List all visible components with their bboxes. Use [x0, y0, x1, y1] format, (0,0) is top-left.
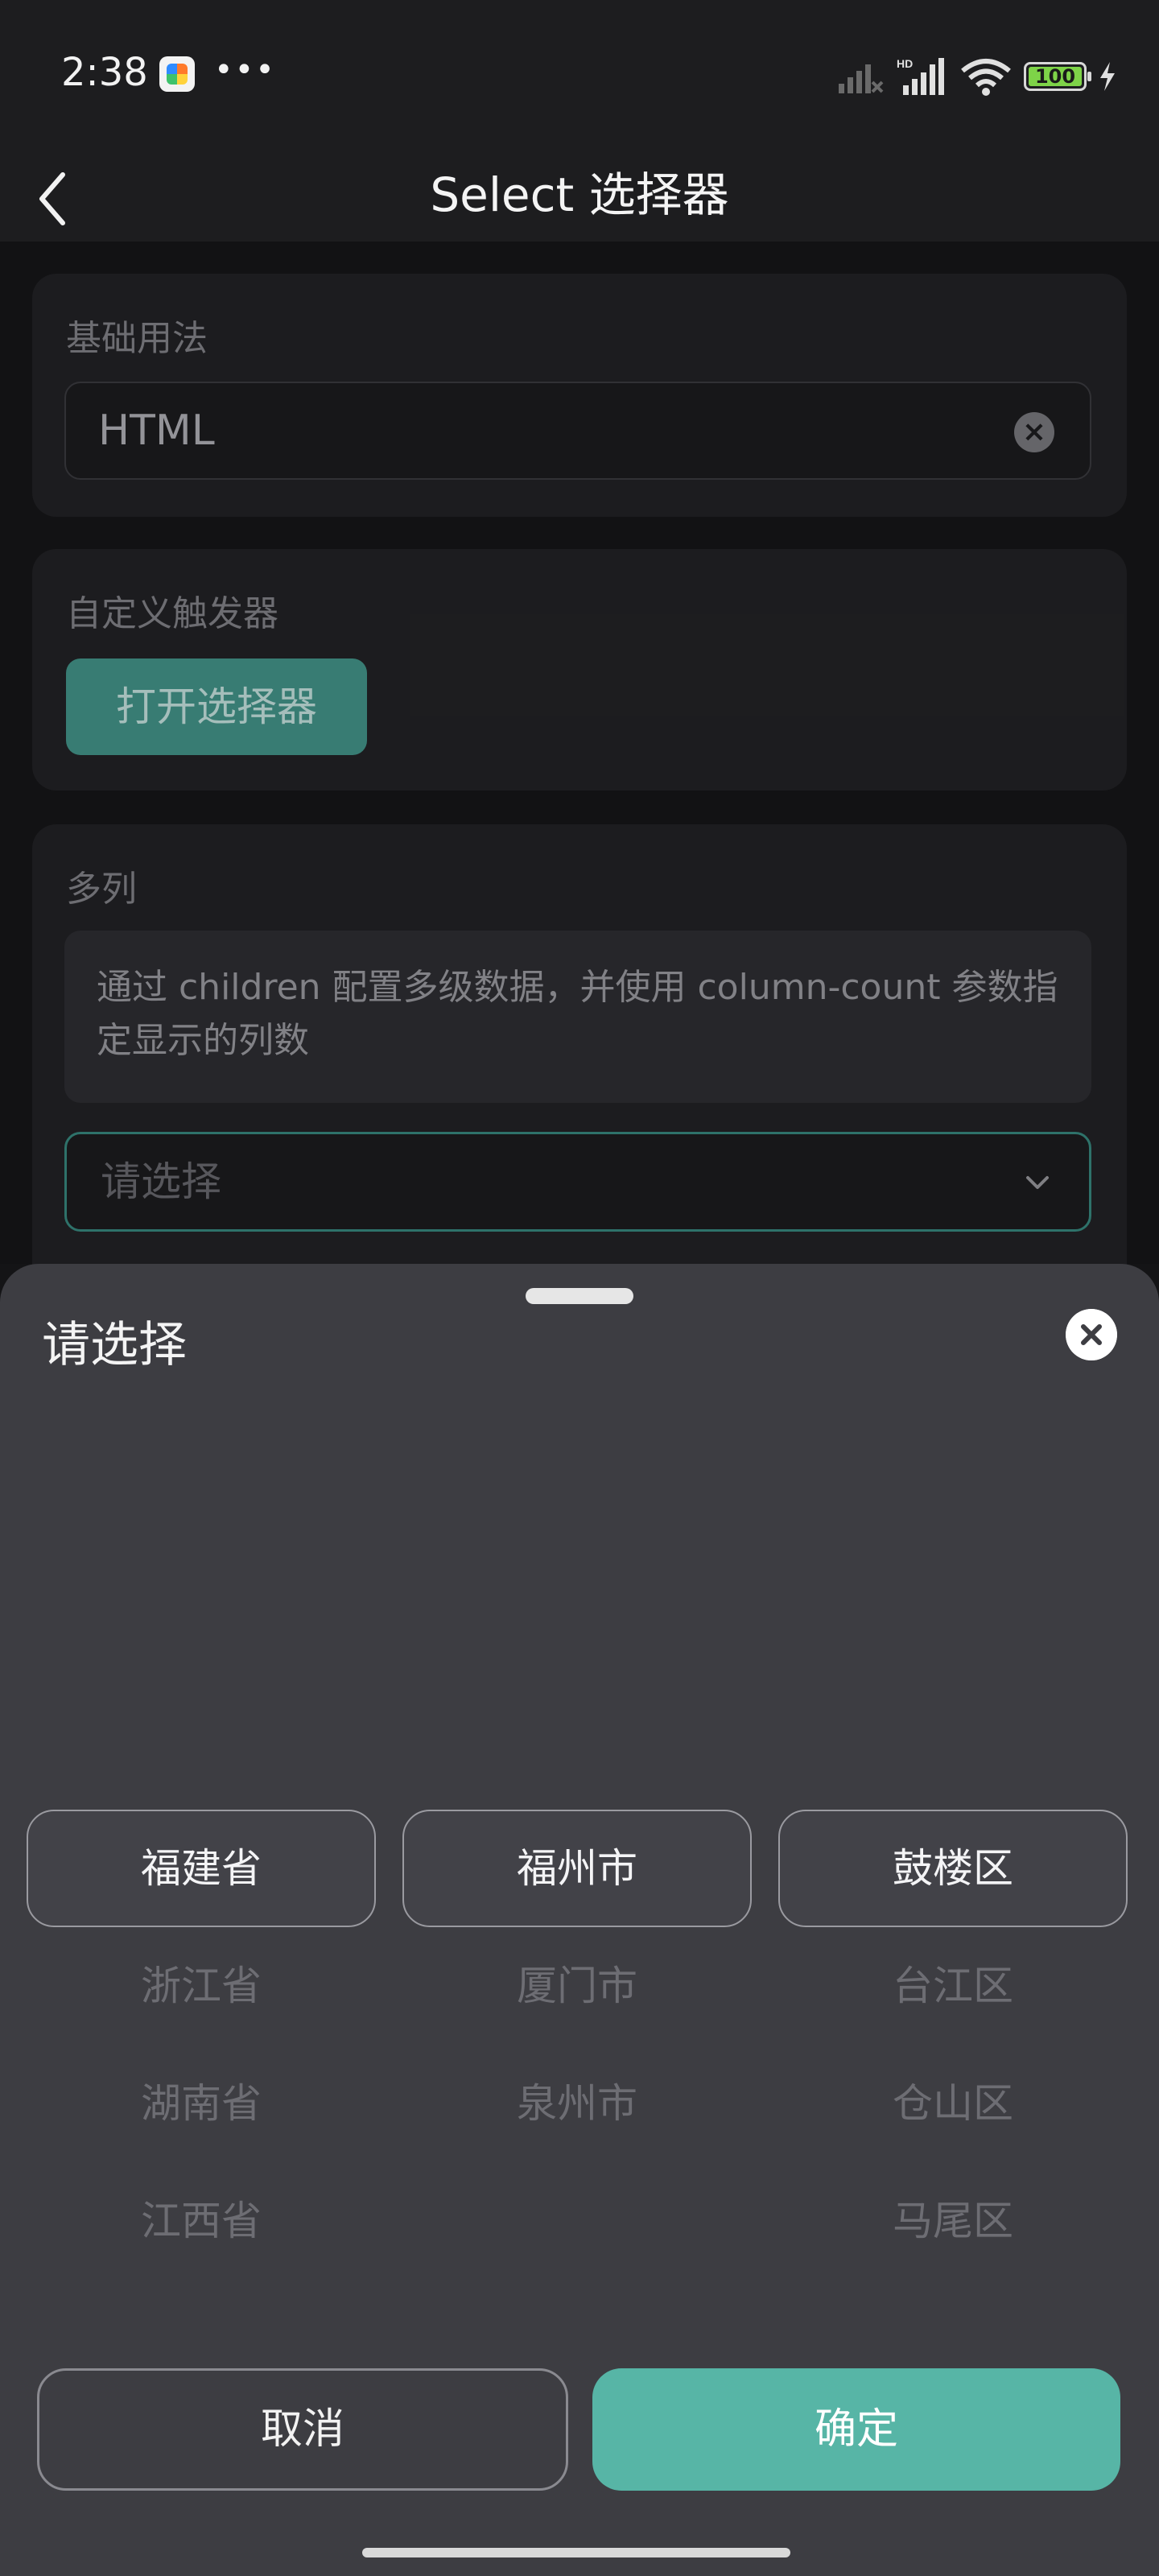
option[interactable]: 台江区	[778, 1927, 1128, 2045]
status-bar: 2:38 ••• HD 100	[0, 0, 1159, 149]
cancel-button[interactable]: 取消	[37, 2368, 568, 2491]
more-notifications-icon: •••	[214, 52, 276, 89]
battery-level: 100	[1029, 67, 1082, 86]
overlay-mask[interactable]	[0, 242, 1159, 1264]
option[interactable]: 浙江省	[27, 1927, 376, 2045]
page-title: Select 选择器	[430, 167, 729, 222]
battery-icon: 100	[1024, 62, 1091, 91]
option-selected[interactable]: 福州市	[402, 1810, 752, 1927]
option[interactable]: 泉州市	[402, 2045, 752, 2162]
system-icons: HD 100	[837, 56, 1117, 97]
app-notification-icon	[159, 56, 195, 92]
clock: 2:38	[61, 50, 148, 95]
charging-icon	[1100, 62, 1115, 91]
option[interactable]: 江西省	[27, 2162, 376, 2280]
option-selected[interactable]: 鼓楼区	[778, 1810, 1128, 1927]
option[interactable]: 湖南省	[27, 2045, 376, 2162]
confirm-button[interactable]: 确定	[592, 2368, 1120, 2491]
option-selected[interactable]: 福建省	[27, 1810, 376, 1927]
wifi-icon	[961, 59, 1011, 96]
svg-text:HD: HD	[897, 57, 913, 70]
signal-icon	[839, 64, 884, 93]
option[interactable]: 厦门市	[402, 1927, 752, 2045]
picker-sheet: 请选择 福建省 浙江省 湖南省 江西省 福州市 厦门市 泉州市 鼓楼区 台江区 …	[0, 1264, 1159, 2576]
navigation-bar: Select 选择器	[0, 149, 1159, 242]
home-indicator[interactable]	[362, 2548, 790, 2557]
option[interactable]: 仓山区	[778, 2045, 1128, 2162]
signal-hd-icon: HD	[897, 57, 944, 95]
option[interactable]: 马尾区	[778, 2162, 1128, 2280]
